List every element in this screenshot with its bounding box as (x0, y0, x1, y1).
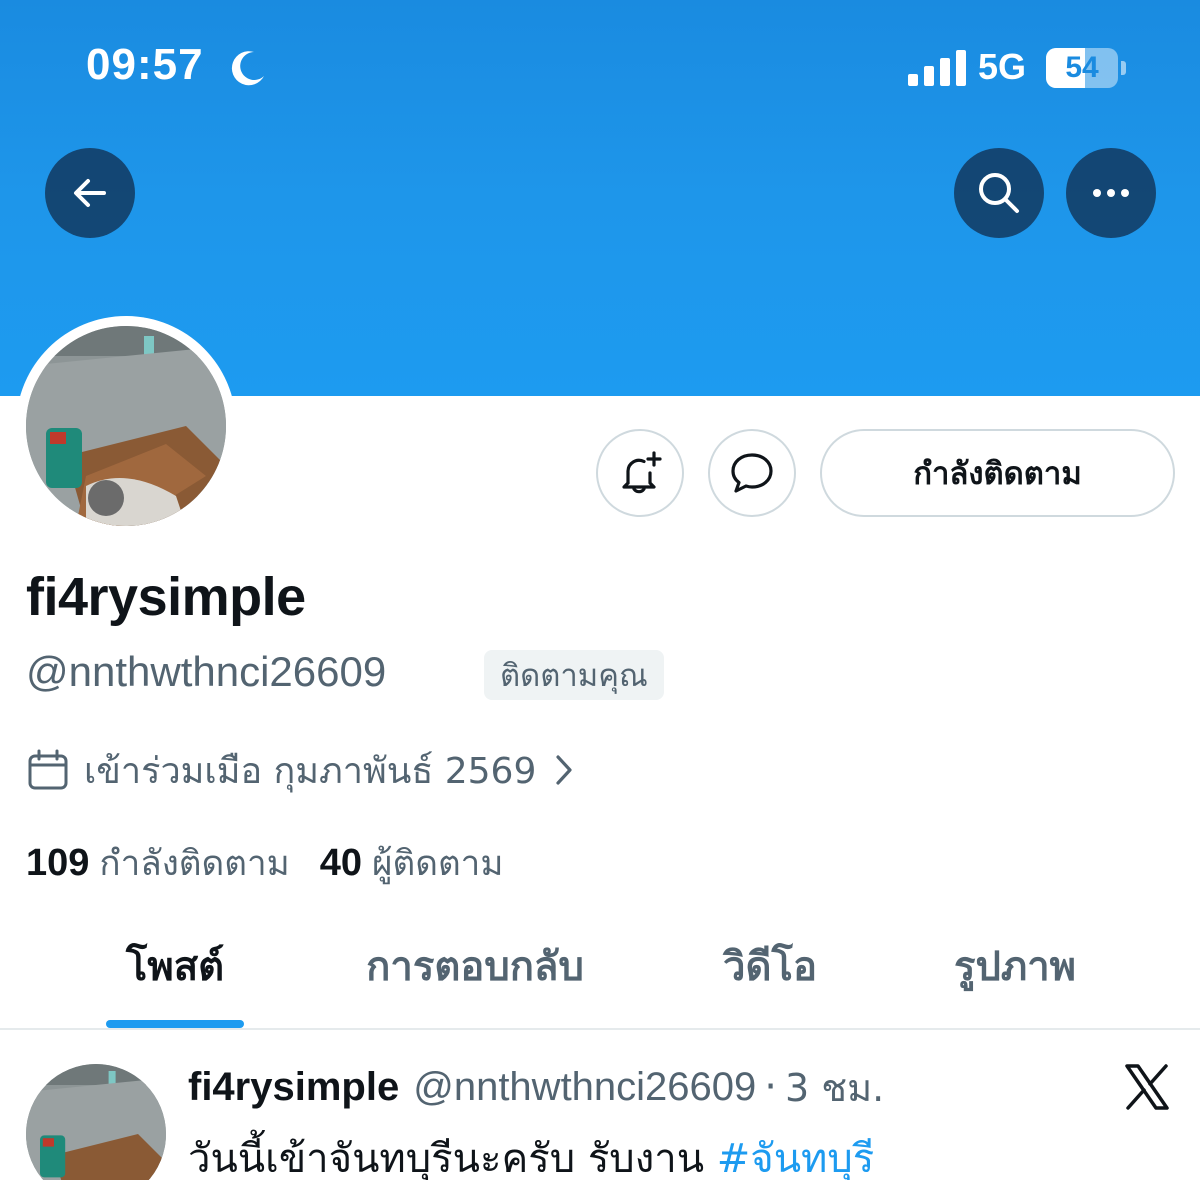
arrow-left-icon (74, 179, 106, 207)
more-horizontal-icon (1093, 189, 1129, 197)
display-name: fi4rysimple (26, 567, 306, 627)
battery-level: 54 (1065, 51, 1099, 84)
search-icon (979, 173, 1019, 213)
active-tab-indicator (106, 1020, 244, 1028)
followers-count[interactable]: 40 (320, 842, 362, 885)
message-button[interactable] (708, 429, 796, 517)
bell-plus-icon (622, 451, 662, 494)
post-avatar-photo (26, 1064, 166, 1180)
chevron-right-icon (556, 755, 572, 785)
post-avatar[interactable] (26, 1064, 166, 1180)
signal-icon (908, 50, 966, 86)
x-logo-icon (1125, 1064, 1169, 1110)
post-hashtag[interactable]: #จันทบุรี (717, 1136, 875, 1180)
post-timestamp[interactable]: 3 ชม. (785, 1057, 884, 1118)
status-time: 09:57 (86, 40, 204, 89)
joined-date-row[interactable]: เข้าร่วมเมือ กุมภาพันธ์ 2569 (26, 742, 574, 798)
chat-bubble-icon (731, 453, 773, 493)
follows-you-badge: ติดตามคุณ (484, 650, 664, 700)
back-button[interactable] (45, 148, 135, 238)
search-button[interactable] (954, 148, 1044, 238)
tab-videos[interactable]: วิดีโอ (690, 934, 850, 998)
moon-icon (231, 51, 264, 86)
avatar-photo (26, 326, 226, 526)
joined-date: เข้าร่วมเมือ กุมภาพันธ์ 2569 (84, 750, 537, 792)
avatar[interactable] (26, 326, 226, 526)
post-author-name[interactable]: fi4rysimple (188, 1065, 399, 1110)
battery-cap (1121, 61, 1126, 75)
network-label: 5G (978, 46, 1027, 87)
tab-posts[interactable]: โพสต์ (90, 934, 260, 998)
tab-replies[interactable]: การตอบกลับ (330, 934, 620, 998)
status-bar: 09:57 5G 54 (0, 0, 1200, 130)
calendar-icon (28, 749, 68, 790)
following-button[interactable]: กำลังติดตาม (820, 429, 1175, 517)
tab-photos[interactable]: รูปภาพ (920, 934, 1110, 998)
more-button[interactable] (1066, 148, 1156, 238)
profile-tabs: โพสต์ การตอบกลับ วิดีโอ รูปภาพ (0, 912, 1200, 1030)
battery-icon: 54 (1046, 48, 1118, 88)
post-text: วันนี้เข้าจันทบุรีนะครับ รับงาน #จันทบุร… (188, 1126, 874, 1180)
following-label[interactable]: กำลังติดตาม (99, 836, 289, 891)
post-author-handle[interactable]: @nnthwthnci26609 (413, 1065, 756, 1110)
post-header: fi4rysimple @nnthwthnci26609 · 3 ชม. (188, 1058, 884, 1116)
following-count[interactable]: 109 (26, 842, 89, 885)
followers-label[interactable]: ผู้ติดตาม (372, 836, 503, 891)
profile-handle: @nnthwthnci26609 (26, 648, 387, 695)
notifications-button[interactable] (596, 429, 684, 517)
follow-stats: 109 กำลังติดตาม 40 ผู้ติดตาม (26, 836, 533, 890)
post-body: วันนี้เข้าจันทบุรีนะครับ รับงาน (188, 1136, 717, 1180)
post-separator: · (764, 1064, 778, 1110)
